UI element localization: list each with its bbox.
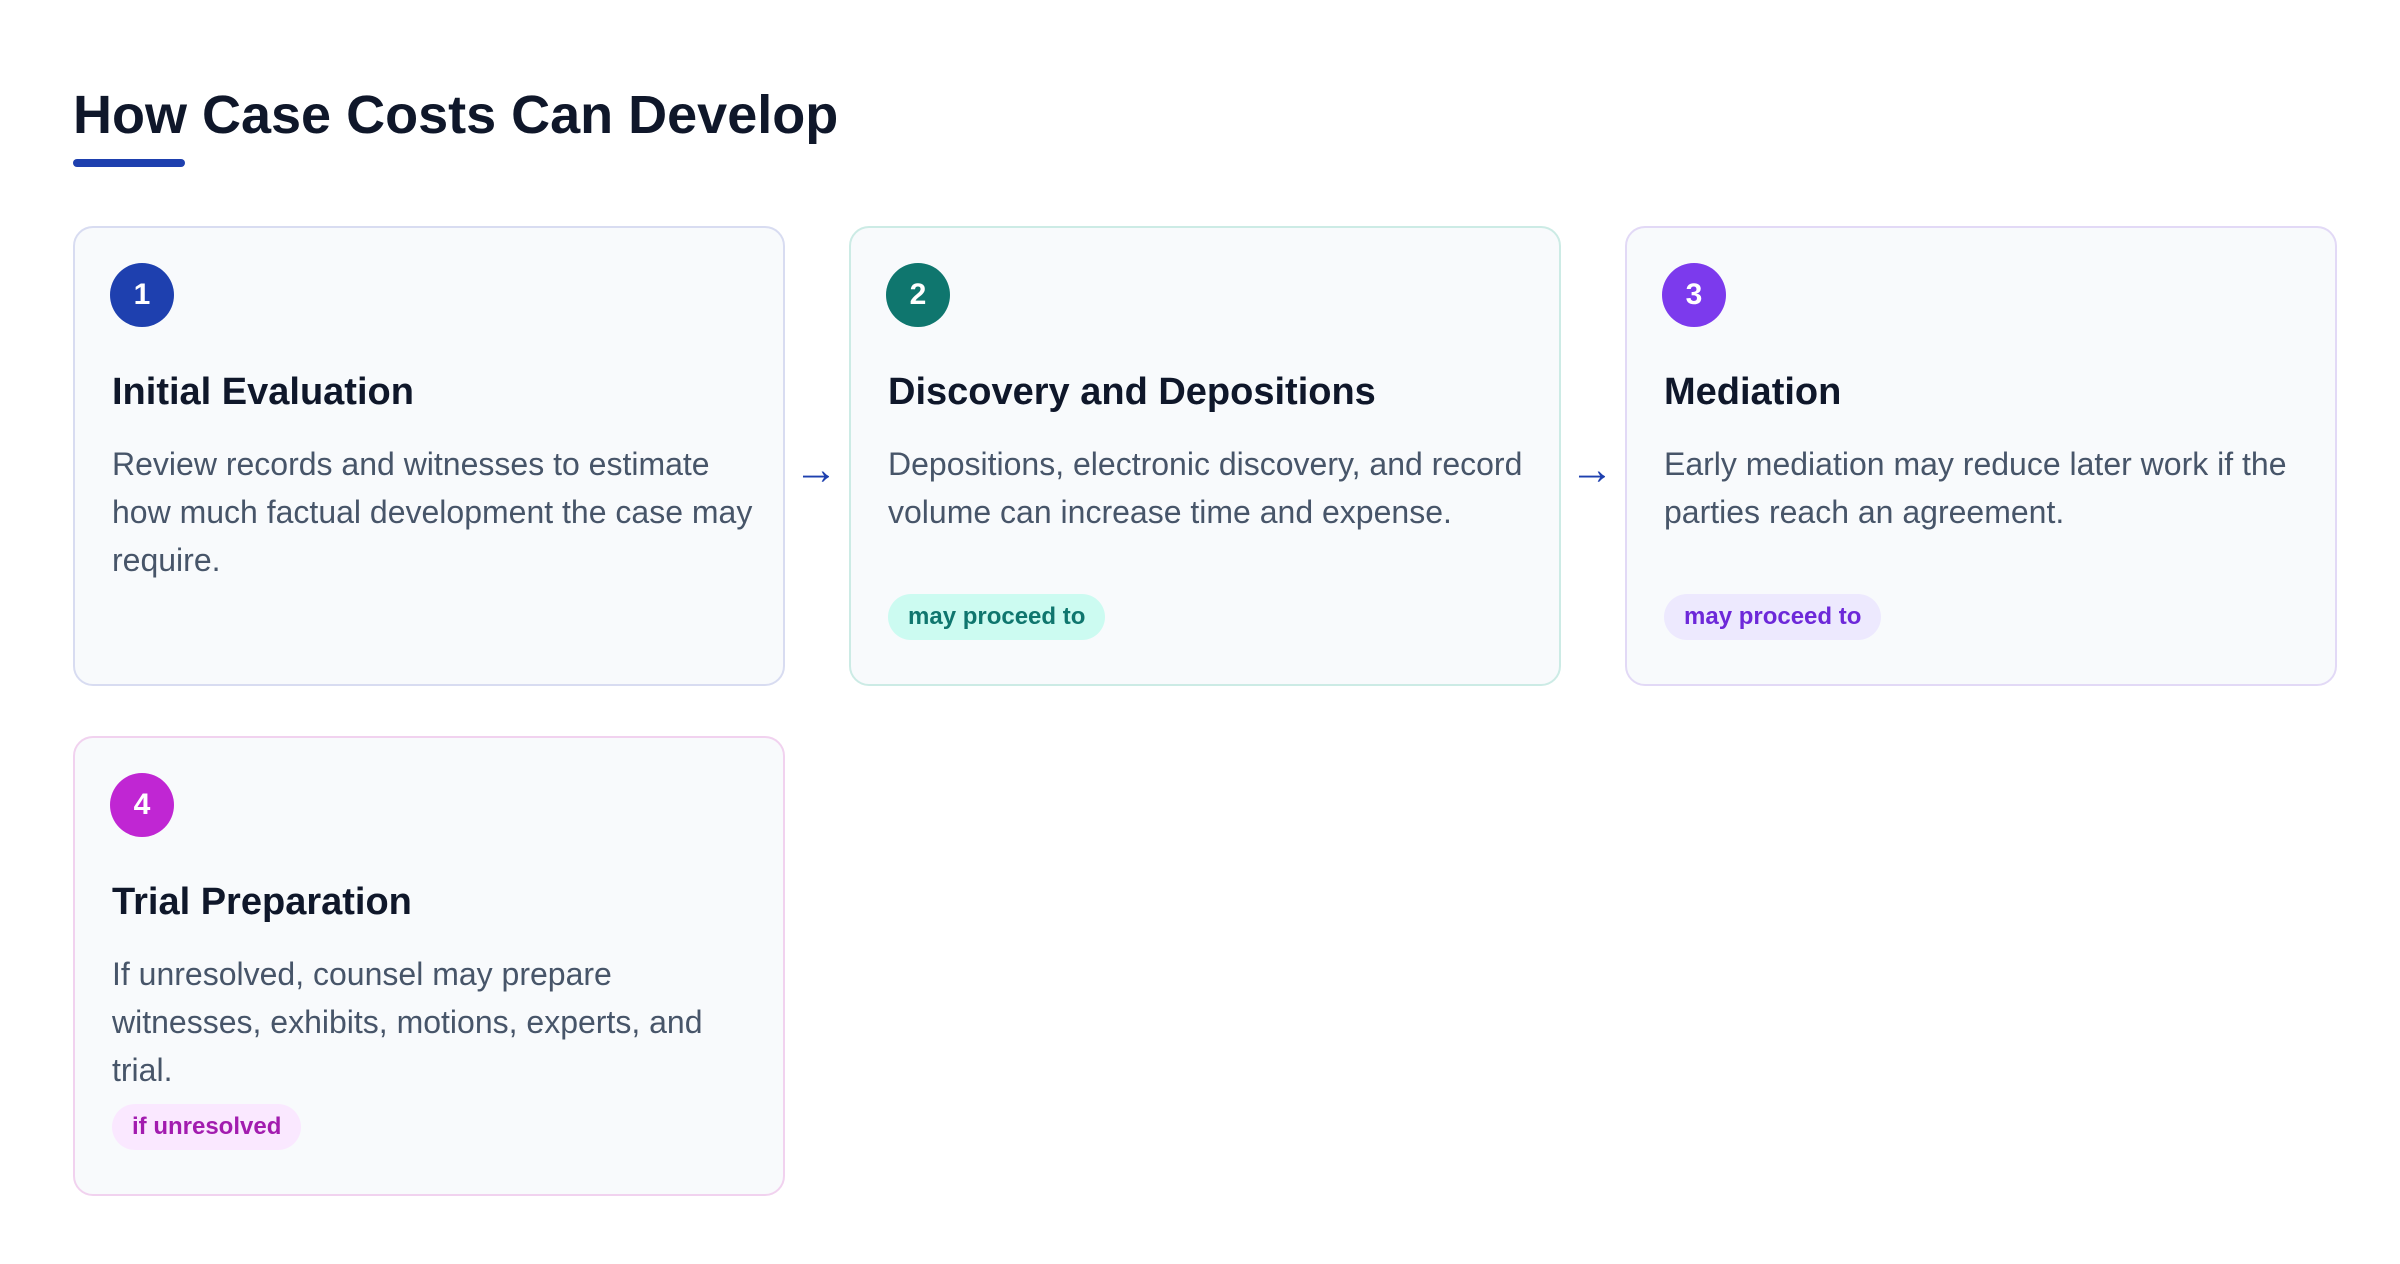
step-card-discovery-and-depositions: 2 Discovery and Depositions Depositions,… [849,226,1561,686]
step-description: Early mediation may reduce later work if… [1664,446,2287,530]
arrow-right-icon: → [794,445,838,494]
step-number-badge: 1 [110,263,174,327]
step-description: Depositions, electronic discovery, and r… [888,446,1523,530]
step-number-badge: 2 [886,263,950,327]
step-title: Discovery and Depositions [888,371,1376,413]
step-card-initial-evaluation: 1 Initial Evaluation Review records and … [73,226,785,686]
page-title: How Case Costs Can Develop [73,85,839,145]
title-underline [73,159,185,167]
step-title: Mediation [1664,371,1842,413]
step-card-mediation: 3 Mediation Early mediation may reduce l… [1625,226,2337,686]
transition-tag: if unresolved [112,1104,302,1150]
step-title: Initial Evaluation [112,371,414,413]
transition-tag: may proceed to [888,594,1106,640]
transition-tag: may proceed to [1664,594,1882,640]
arrow-right-icon: → [1570,445,1614,494]
step-card-trial-preparation: 4 Trial Preparation If unresolved, couns… [73,736,785,1196]
step-description: Review records and witnesses to estimate… [112,446,753,578]
step-number-badge: 4 [110,773,174,837]
step-title: Trial Preparation [112,881,412,923]
step-description: If unresolved, counsel may prepare witne… [112,956,703,1088]
step-number-badge: 3 [1662,263,1726,327]
